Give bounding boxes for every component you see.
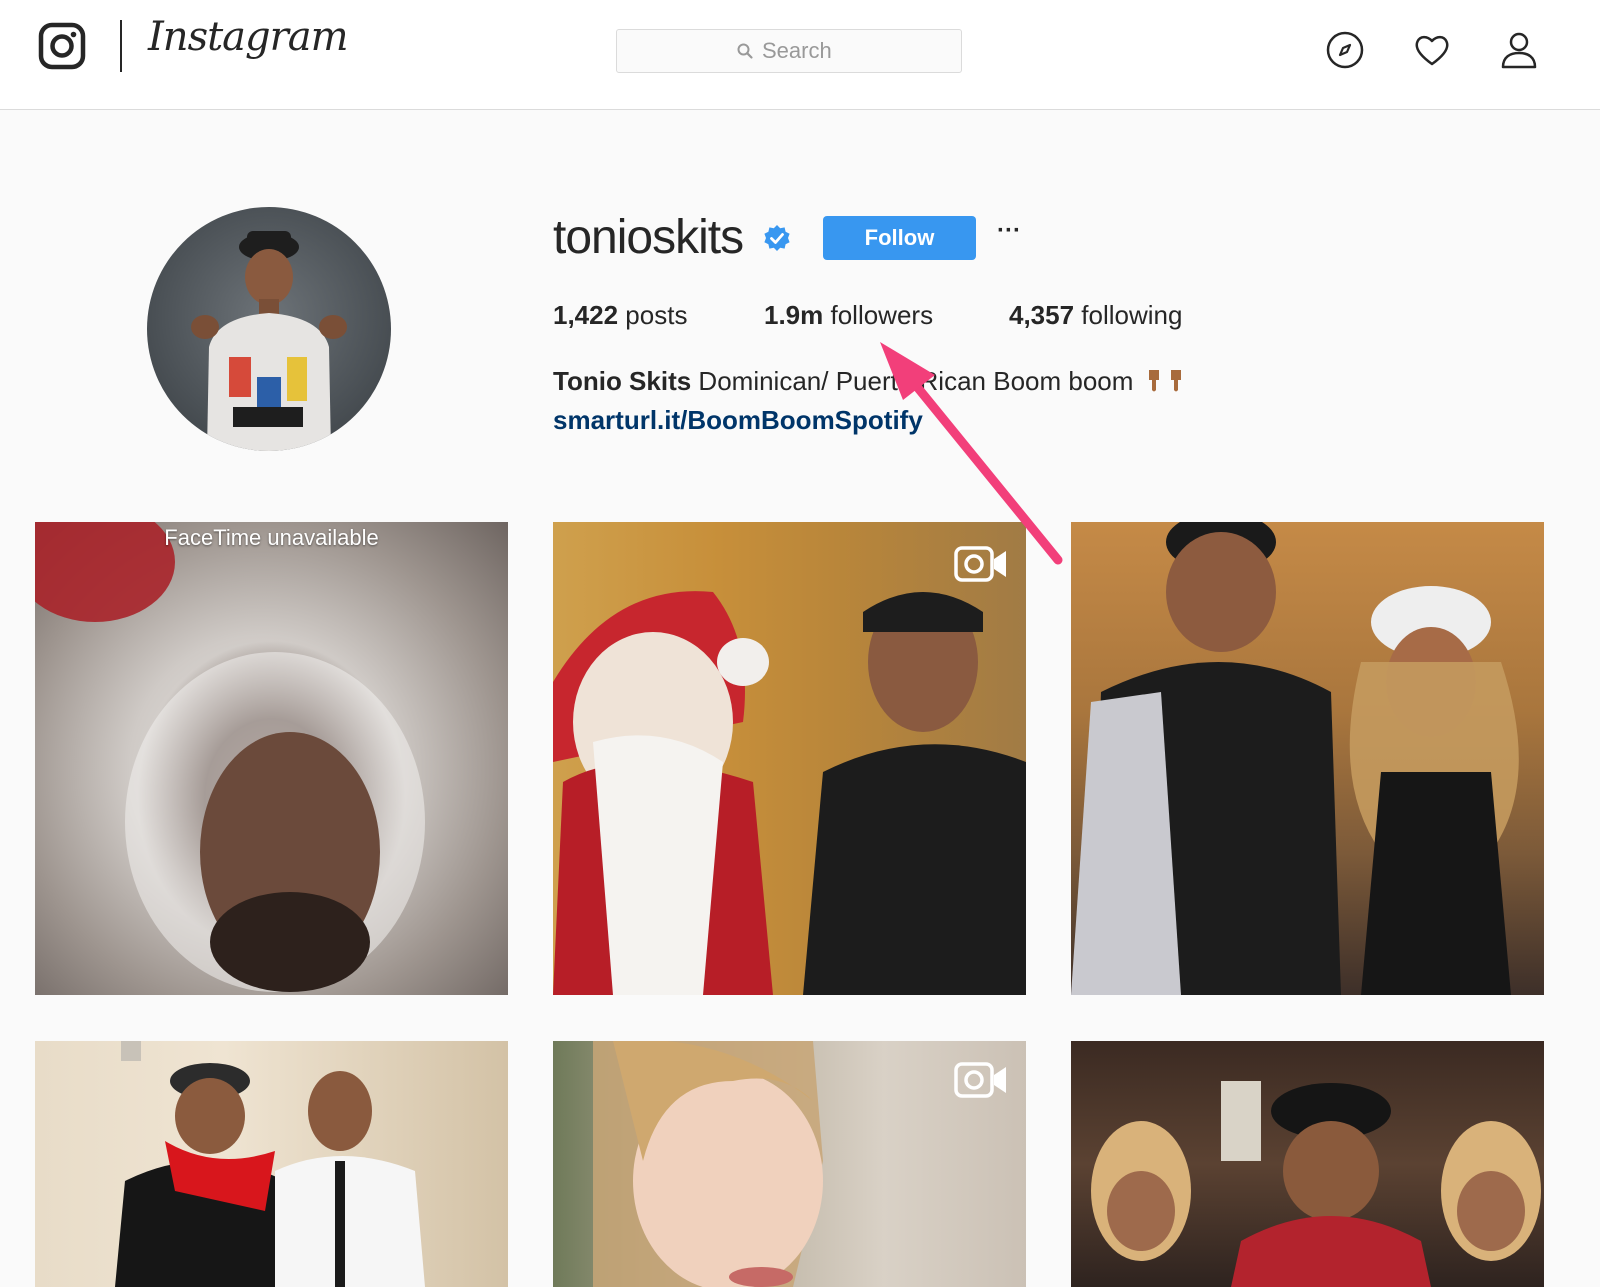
post-image <box>553 591 1026 995</box>
post-image <box>35 522 425 992</box>
bio-external-link[interactable]: smarturl.it/BoomBoomSpotify <box>553 405 923 436</box>
pointing-down-emoji-icon <box>1170 370 1181 392</box>
following-label: following <box>1074 300 1183 330</box>
post-image <box>1071 522 1519 995</box>
video-camera-icon <box>954 1062 1006 1098</box>
post-tile[interactable] <box>1071 522 1544 995</box>
instagram-wordmark[interactable]: Instagram <box>148 14 349 60</box>
verified-badge-icon <box>764 225 790 251</box>
posts-count[interactable]: 1,422 posts <box>553 300 687 331</box>
video-camera-icon <box>954 546 1006 582</box>
posts-label: posts <box>618 300 688 330</box>
followers-count[interactable]: 1.9m followers <box>764 300 933 331</box>
profile-avatar <box>147 207 391 451</box>
posts-number: 1,422 <box>553 300 619 330</box>
followers-number: 1.9m <box>764 300 824 330</box>
post-tile[interactable] <box>553 1041 1026 1287</box>
followers-label: followers <box>823 300 934 330</box>
post-image <box>115 1041 425 1287</box>
post-tile[interactable] <box>35 1041 508 1287</box>
search-box[interactable] <box>616 29 962 73</box>
compass-explore-icon[interactable] <box>1325 30 1365 70</box>
avatar-photo <box>191 231 347 451</box>
following-number: 4,357 <box>1009 300 1075 330</box>
profile-bio: Tonio Skits Dominican/ Puerto Rican Boom… <box>553 366 1185 397</box>
search-input[interactable] <box>762 38 842 64</box>
bio-text: Dominican/ Puerto Rican Boom boom <box>691 366 1134 396</box>
post-tile[interactable] <box>553 522 1026 995</box>
logo-divider <box>120 20 122 72</box>
profile-full-name: Tonio Skits <box>553 366 692 396</box>
profile-icon[interactable] <box>1499 30 1539 70</box>
search-icon <box>737 43 753 59</box>
post-caption: FaceTime unavailable <box>164 525 379 550</box>
instagram-logo-icon[interactable] <box>38 22 86 70</box>
post-tile[interactable]: FaceTime unavailable <box>35 522 508 995</box>
more-options-button[interactable]: ··· <box>994 219 1024 250</box>
pointing-down-emoji-icon <box>1148 370 1159 392</box>
post-image <box>1091 1081 1541 1287</box>
heart-icon[interactable] <box>1412 30 1452 70</box>
post-tile[interactable] <box>1071 1041 1544 1287</box>
following-count[interactable]: 4,357 following <box>1009 300 1182 331</box>
follow-button[interactable]: Follow <box>823 216 976 260</box>
top-navigation-bar: Instagram <box>0 0 1600 110</box>
profile-username: tonioskits <box>553 211 744 264</box>
